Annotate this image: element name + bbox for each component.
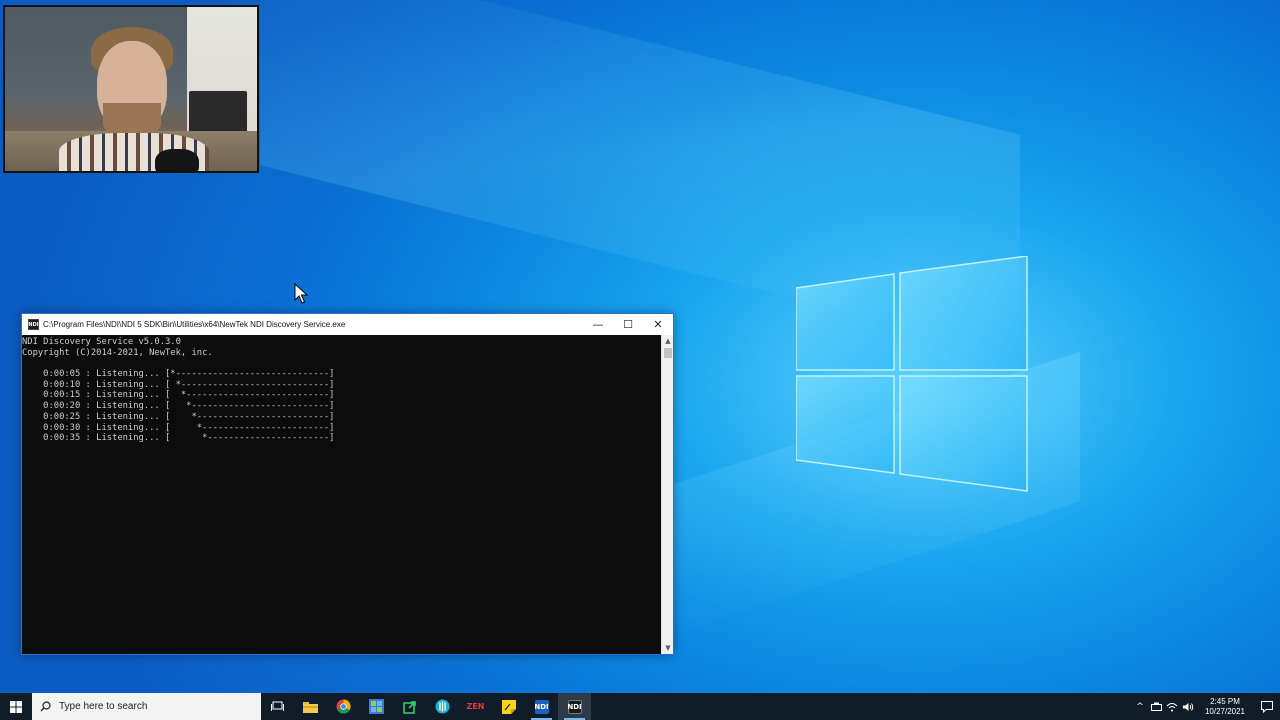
ndi-app-icon: NDI xyxy=(534,699,549,714)
console-window[interactable]: NDI C:\Program Files\NDI\NDI 5 SDK\Bin\U… xyxy=(21,313,674,655)
network-device-icon[interactable] xyxy=(1148,693,1164,720)
search-placeholder: Type here to search xyxy=(59,701,148,712)
console-titlebar[interactable]: NDI C:\Program Files\NDI\NDI 5 SDK\Bin\U… xyxy=(22,314,673,335)
webcam-background-shelf xyxy=(189,91,247,135)
console-line: 0:00:05 : Listening... [*---------------… xyxy=(22,369,335,380)
start-button[interactable] xyxy=(0,693,32,720)
windows-start-icon xyxy=(10,700,22,713)
console-line: 0:00:35 : Listening... [ *--------------… xyxy=(22,433,335,444)
scrollbar-thumb[interactable] xyxy=(664,348,672,358)
action-center-button[interactable] xyxy=(1254,693,1280,720)
console-line: 0:00:20 : Listening... [ *--------------… xyxy=(22,401,335,412)
console-line: 0:00:10 : Listening... [ *--------------… xyxy=(22,379,335,390)
task-view-icon xyxy=(271,701,284,711)
taskbar-chrome[interactable] xyxy=(327,693,360,720)
taskbar-sticky-notes[interactable] xyxy=(492,693,525,720)
console-line: 0:00:30 : Listening... [ *--------------… xyxy=(22,422,335,433)
taskbar-file-explorer[interactable] xyxy=(294,693,327,720)
webcam-person-beard xyxy=(103,103,161,137)
clock-time: 2:45 PM xyxy=(1210,696,1240,706)
chrome-icon xyxy=(336,699,351,714)
scroll-down-arrow-icon[interactable]: ▼ xyxy=(662,642,674,654)
console-line: NDI Discovery Service v5.0.3.0 xyxy=(22,337,181,347)
mouse-cursor-icon xyxy=(294,283,308,304)
app-grid-icon xyxy=(369,699,384,714)
window-title: C:\Program Files\NDI\NDI 5 SDK\Bin\Utili… xyxy=(43,320,346,329)
ndi-console-icon: NDI xyxy=(567,699,582,714)
taskbar-clock[interactable]: 2:45 PM 10/27/2021 xyxy=(1196,697,1254,717)
system-tray: ^ 2:45 PM 10/27/2021 xyxy=(1132,693,1280,720)
teal-app-icon xyxy=(435,699,450,714)
taskbar-red-app[interactable]: ZEN xyxy=(459,693,492,720)
volume-icon[interactable] xyxy=(1180,693,1196,720)
search-icon xyxy=(40,701,51,712)
task-view-button[interactable] xyxy=(261,693,294,720)
taskbar-teal-app[interactable] xyxy=(426,693,459,720)
red-app-icon: ZEN xyxy=(466,702,485,711)
taskbar: Type here to search ZEN NDI NDI ^ 2:45 P… xyxy=(0,693,1280,720)
taskbar-ndi-console[interactable]: NDI xyxy=(558,693,591,720)
minimize-button[interactable]: — xyxy=(583,314,613,335)
console-output[interactable]: NDI Discovery Service v5.0.3.0 Copyright… xyxy=(22,335,660,654)
console-line: 0:00:25 : Listening... [ *--------------… xyxy=(22,411,335,422)
ndi-app-icon: NDI xyxy=(28,319,39,330)
maximize-button[interactable]: ☐ xyxy=(613,314,643,335)
file-explorer-icon xyxy=(303,701,318,713)
notification-icon xyxy=(1261,700,1273,713)
window-controls: — ☐ ✕ xyxy=(583,314,673,335)
vertical-scrollbar[interactable]: ▲ ▼ xyxy=(661,335,673,654)
console-line: 0:00:15 : Listening... [ *--------------… xyxy=(22,390,335,401)
close-button[interactable]: ✕ xyxy=(643,314,673,335)
wifi-icon[interactable] xyxy=(1164,693,1180,720)
webcam-overlay xyxy=(3,5,259,173)
webcam-microphone xyxy=(155,149,199,171)
taskbar-green-app[interactable] xyxy=(393,693,426,720)
taskbar-search-box[interactable]: Type here to search xyxy=(32,693,261,720)
show-hidden-icons-chevron-icon[interactable]: ^ xyxy=(1132,693,1148,720)
console-line: Copyright (C)2014-2021, NewTek, inc. xyxy=(22,347,213,358)
taskbar-app-grid[interactable] xyxy=(360,693,393,720)
green-app-icon xyxy=(402,700,416,714)
clock-date: 10/27/2021 xyxy=(1204,706,1246,716)
sticky-notes-icon xyxy=(501,699,516,714)
taskbar-ndi-app[interactable]: NDI xyxy=(525,693,558,720)
scroll-up-arrow-icon[interactable]: ▲ xyxy=(662,335,674,347)
windows-logo-wallpaper xyxy=(796,256,1028,492)
